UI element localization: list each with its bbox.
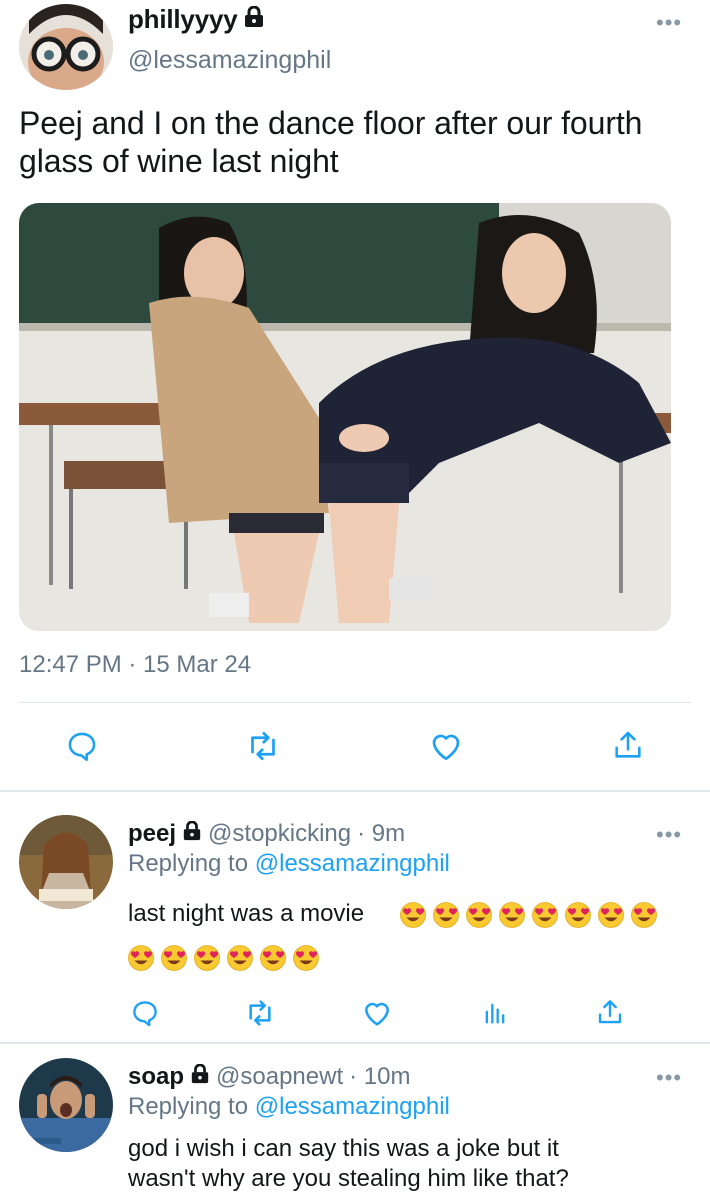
replying-prefix: Replying to	[128, 1093, 249, 1120]
heart-eyes-emoji	[128, 945, 154, 971]
heart-eyes-emoji	[631, 902, 657, 928]
like-heart-icon[interactable]	[426, 726, 466, 766]
like-heart-icon[interactable]	[360, 996, 394, 1030]
reply-age: · 10m	[349, 1063, 411, 1090]
reply-handle[interactable]: @soapnewt	[216, 1063, 343, 1091]
more-options-icon[interactable]: •••	[656, 824, 682, 846]
reply-display-name[interactable]: soap	[128, 1063, 184, 1091]
reply-display-name[interactable]: peej	[128, 820, 176, 848]
reply-text: last night was a movie	[128, 900, 365, 927]
tweet-media-image[interactable]	[19, 203, 671, 631]
author-name-row[interactable]: phillyyyy	[128, 4, 265, 35]
reply-icon[interactable]	[62, 726, 102, 766]
lock-icon	[243, 4, 265, 35]
author-handle[interactable]: @lessamazingphil	[128, 46, 331, 75]
author-display-name[interactable]: phillyyyy	[128, 4, 238, 35]
section-divider	[0, 790, 710, 792]
share-icon[interactable]	[608, 724, 648, 766]
heart-eyes-emoji	[598, 902, 624, 928]
heart-eyes-emoji	[400, 902, 426, 928]
emoji-row-2	[128, 945, 319, 971]
heart-eyes-emoji	[433, 902, 459, 928]
more-options-icon[interactable]: •••	[656, 12, 682, 34]
reply-header: soap @soapnewt · 10m	[128, 1063, 410, 1091]
tweet-text: Peej and I on the dance floor after our …	[19, 105, 643, 179]
replying-to-link[interactable]: @lessamazingphil	[255, 850, 450, 877]
heart-eyes-emoji	[499, 902, 525, 928]
heart-eyes-emoji	[260, 945, 286, 971]
reply-header: peej @stopkicking · 9m	[128, 820, 405, 848]
heart-eyes-emoji	[161, 945, 187, 971]
heart-eyes-emoji	[194, 945, 220, 971]
reply-icon[interactable]	[128, 996, 162, 1030]
heart-eyes-emoji	[293, 945, 319, 971]
emoji-row-1	[400, 902, 657, 928]
author-avatar[interactable]	[19, 4, 113, 90]
lock-icon	[182, 820, 202, 848]
more-options-icon[interactable]: •••	[656, 1067, 682, 1089]
section-divider	[0, 1042, 710, 1044]
reply-age: · 9m	[357, 820, 406, 847]
replying-to-line: Replying to @lessamazingphil	[128, 1093, 450, 1121]
divider	[19, 702, 691, 703]
reply-avatar[interactable]	[19, 1058, 113, 1152]
reply-handle[interactable]: @stopkicking	[208, 820, 351, 848]
replying-prefix: Replying to	[128, 850, 249, 877]
replying-to-line: Replying to @lessamazingphil	[128, 850, 450, 878]
retweet-icon[interactable]	[243, 996, 277, 1030]
tweet-timestamp[interactable]: 12:47 PM · 15 Mar 24	[19, 651, 251, 679]
reply-text-line-1: god i wish i can say this was a joke but…	[128, 1135, 559, 1162]
replying-to-link[interactable]: @lessamazingphil	[255, 1093, 450, 1120]
share-icon[interactable]	[593, 994, 627, 1030]
retweet-icon[interactable]	[243, 726, 283, 766]
heart-eyes-emoji	[227, 945, 253, 971]
heart-eyes-emoji	[565, 902, 591, 928]
heart-eyes-emoji	[466, 902, 492, 928]
reply-text-line-2: wasn't why are you stealing him like tha…	[128, 1165, 569, 1192]
lock-icon	[190, 1063, 210, 1091]
heart-eyes-emoji	[532, 902, 558, 928]
reply-avatar[interactable]	[19, 815, 113, 909]
analytics-icon[interactable]	[478, 996, 512, 1030]
